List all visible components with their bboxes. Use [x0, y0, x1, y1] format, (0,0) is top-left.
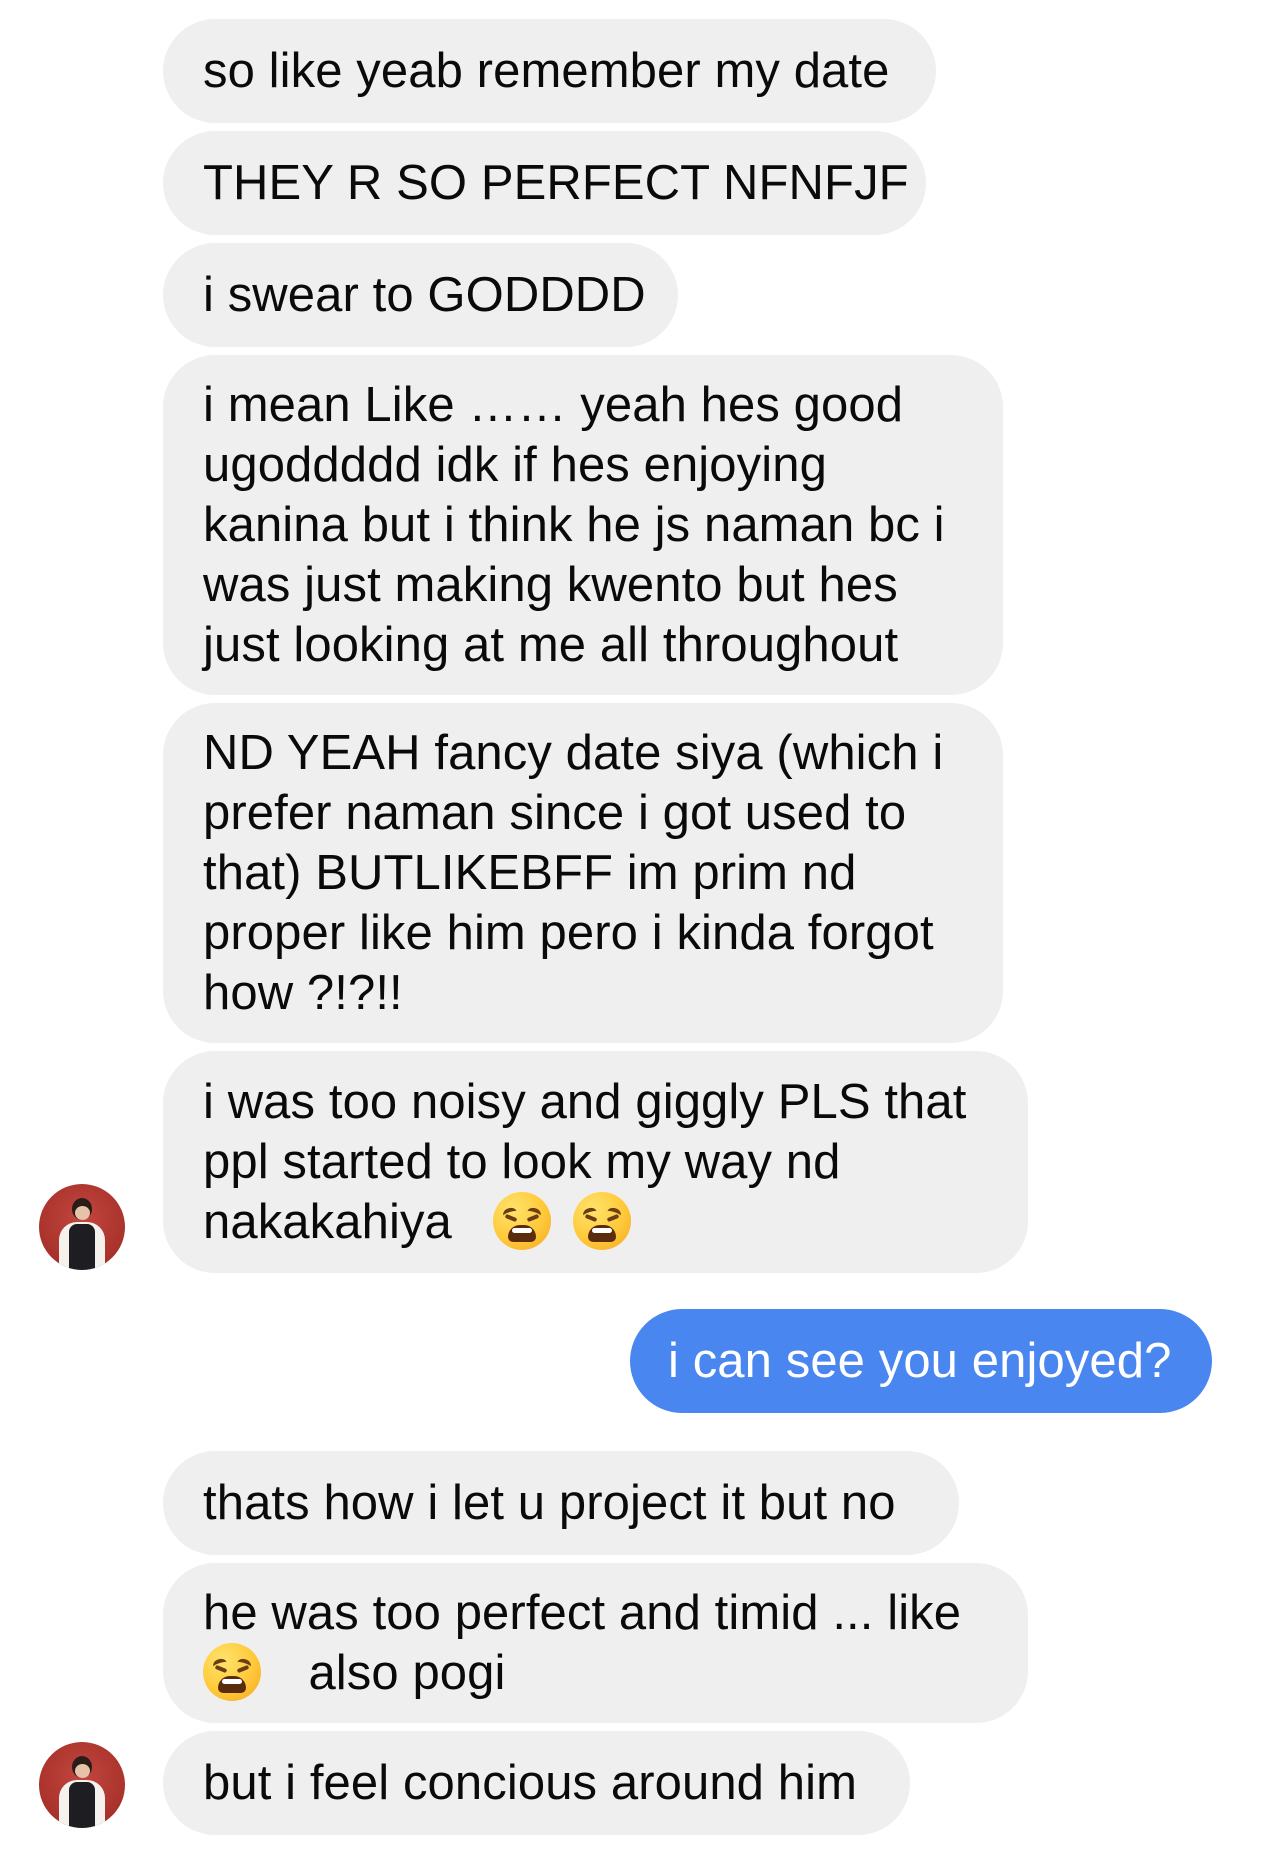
weary-face-emoji-icon — [493, 1192, 552, 1250]
message-line-with-emoji: also pogi — [203, 1643, 988, 1703]
message-text: how ?!?!! — [203, 966, 403, 1020]
message-text: i can see you enjoyed? — [668, 1334, 1172, 1388]
message-text: kanina but i think he js naman bc i — [203, 498, 945, 552]
message-bubble-incoming[interactable]: but i feel concious around him — [163, 1731, 910, 1835]
message-text: he was too perfect and timid ... like — [203, 1586, 962, 1640]
message-text: ppl started to look my way nd — [203, 1135, 841, 1189]
message-bubble-incoming[interactable]: i mean Like …… yeah hes good ugoddddd id… — [163, 355, 1003, 695]
message-text: ugoddddd idk if hes enjoying — [203, 438, 827, 492]
message-bubble-incoming[interactable]: so like yeab remember my date — [163, 19, 936, 123]
message-text: that) BUTLIKEBFF im prim nd — [203, 846, 857, 900]
message-text: proper like him pero i kinda forgot — [203, 906, 934, 960]
message-bubble-incoming[interactable]: thats how i let u project it but no — [163, 1451, 959, 1555]
message-text: thats how i let u project it but no — [203, 1476, 896, 1530]
message-text: prefer naman since i got used to — [203, 786, 907, 840]
weary-face-emoji-icon — [203, 1643, 261, 1701]
message-bubble-incoming[interactable]: THEY R SO PERFECT NFNFJF — [163, 131, 926, 235]
message-text: i was too noisy and giggly PLS that — [203, 1075, 967, 1129]
weary-face-emoji-icon — [573, 1192, 632, 1250]
message-text: was just making kwento but hes — [203, 558, 898, 612]
message-text: just looking at me all throughout — [203, 618, 899, 672]
message-bubble-outgoing[interactable]: i can see you enjoyed? — [630, 1309, 1212, 1413]
message-text: so like yeab remember my date — [203, 44, 890, 98]
message-text: THEY R SO PERFECT NFNFJF — [203, 156, 909, 210]
contact-avatar[interactable] — [39, 1742, 125, 1828]
message-text: also pogi — [308, 1646, 506, 1700]
message-bubble-incoming[interactable]: i was too noisy and giggly PLS that ppl … — [163, 1051, 1028, 1273]
message-bubble-incoming[interactable]: he was too perfect and timid ... like al… — [163, 1563, 1028, 1723]
message-bubble-incoming[interactable]: ND YEAH fancy date siya (which i prefer … — [163, 703, 1003, 1043]
message-text: i mean Like …… yeah hes good — [203, 378, 904, 432]
message-text: ND YEAH fancy date siya (which i — [203, 726, 944, 780]
contact-avatar[interactable] — [39, 1184, 125, 1270]
message-text: nakakahiya — [203, 1195, 452, 1249]
message-bubble-incoming[interactable]: i swear to GODDDD — [163, 243, 678, 347]
message-text: i swear to GODDDD — [203, 268, 646, 322]
message-line-with-emoji: nakakahiya — [203, 1192, 988, 1252]
message-text: but i feel concious around him — [203, 1756, 857, 1810]
